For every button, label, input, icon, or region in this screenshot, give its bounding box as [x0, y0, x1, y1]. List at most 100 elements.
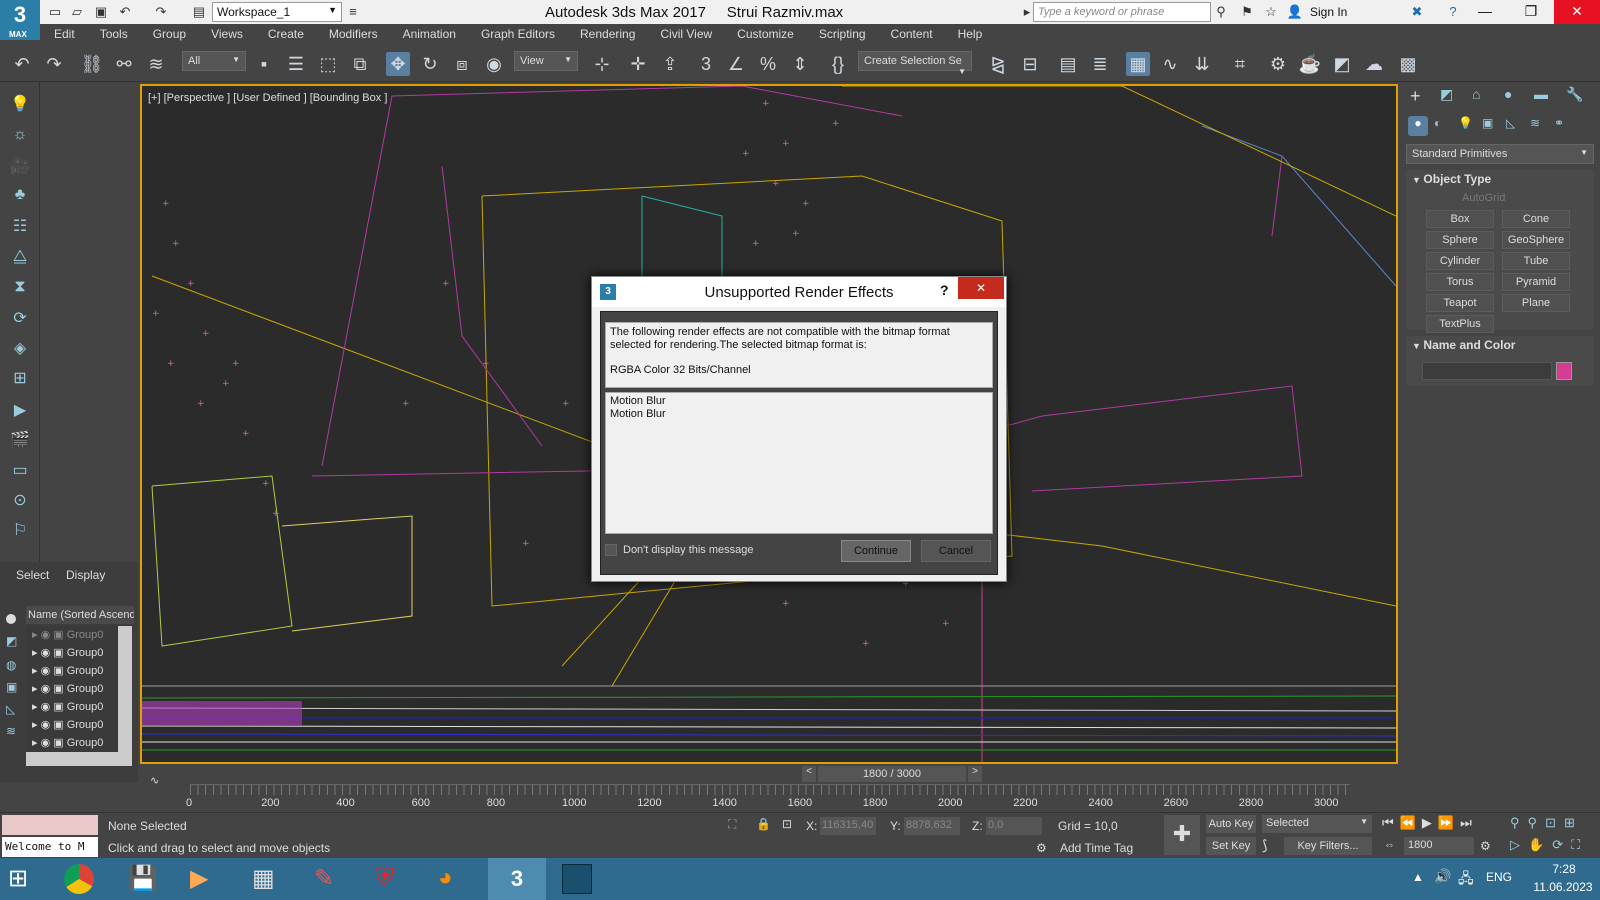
clock-time[interactable]: 7:28 — [1536, 862, 1592, 876]
set-key-button[interactable]: Set Key — [1206, 837, 1256, 855]
select-by-name-icon[interactable]: ☰ — [284, 52, 308, 76]
tray-arrow-icon[interactable]: ▲ — [1412, 870, 1424, 884]
save-icon[interactable]: ▣ — [92, 3, 110, 21]
tab-select[interactable]: Select — [16, 568, 49, 582]
x-coordinate-field[interactable]: 116315,40 — [820, 817, 876, 835]
menu-group[interactable]: Group — [139, 24, 197, 46]
subscription-icon[interactable]: ⚑ — [1238, 3, 1256, 21]
sublime-icon[interactable]: ◕ — [438, 864, 453, 892]
object-name-input[interactable] — [1422, 362, 1552, 380]
hierarchy-tab-icon[interactable]: ⌂ — [1472, 86, 1480, 102]
time-tag-icon[interactable]: ⚙ — [1036, 841, 1047, 855]
maxscript-listener-input[interactable] — [2, 815, 98, 835]
name-and-color-title[interactable]: ▼ Name and Color — [1412, 338, 1515, 352]
plane-button[interactable]: Plane — [1502, 294, 1570, 312]
menu-civil-view[interactable]: Civil View — [646, 24, 723, 46]
viewport-label[interactable]: [+] [Perspective ] [User Defined ] [Boun… — [148, 92, 387, 104]
menu-content[interactable]: Content — [877, 24, 944, 46]
floppy-icon[interactable]: 💾 — [128, 864, 158, 893]
menu-expand-icon[interactable]: ≡ — [344, 3, 362, 21]
shield-icon[interactable]: ⛨ — [376, 864, 394, 892]
hint-icon[interactable]: ⚐ — [8, 520, 32, 544]
isolate-selection-icon[interactable]: ⛶ — [728, 817, 736, 832]
list-item[interactable]: ▸ ◉ ▣ Group0 — [26, 644, 118, 662]
time-slider[interactable]: 1800 / 3000 — [818, 766, 966, 782]
exchange-icon[interactable]: ✖ — [1408, 3, 1426, 21]
hierarchy-icon[interactable]: ⧋ — [8, 248, 32, 272]
sun-icon[interactable]: ☼ — [8, 126, 32, 150]
spacewarps-icon[interactable]: ≋ — [1530, 116, 1540, 130]
menu-graph-editors[interactable]: Graph Editors — [467, 24, 566, 46]
menu-help[interactable]: Help — [944, 24, 994, 46]
menu-views[interactable]: Views — [197, 24, 254, 46]
shapes-icon[interactable]: ◐ — [1434, 116, 1441, 130]
close-button[interactable]: ✕ — [1554, 0, 1600, 24]
curve-editor-toggle-icon[interactable]: ∿ — [150, 774, 159, 787]
effects-list[interactable]: Motion Blur Motion Blur — [605, 392, 993, 534]
pivot-center-icon[interactable]: ⊹ — [590, 52, 614, 76]
torus-button[interactable]: Torus — [1426, 273, 1494, 291]
calculator-icon[interactable]: ▦ — [252, 864, 275, 893]
toggle-ribbon-icon[interactable]: ▦ — [1126, 52, 1150, 76]
bind-space-warp-icon[interactable]: ≋ — [144, 52, 168, 76]
language-indicator[interactable]: ENG — [1486, 870, 1512, 884]
media-player-icon[interactable]: ▶ — [190, 864, 208, 893]
object-type-title[interactable]: ▼ Object Type — [1412, 172, 1491, 186]
teapot-button[interactable]: Teapot — [1426, 294, 1494, 312]
light-bulb-icon[interactable]: 💡 — [8, 94, 32, 118]
name-column-header[interactable]: Name (Sorted Ascend — [26, 606, 134, 624]
sign-in-link[interactable]: Sign In — [1310, 5, 1347, 19]
undo-icon[interactable]: ↶ — [10, 52, 34, 76]
open-file-icon[interactable]: ▱ — [68, 3, 86, 21]
lock-selection-icon[interactable]: 🔒 — [756, 817, 771, 831]
prev-key-icon[interactable]: ⏪ — [1400, 815, 1422, 830]
schematic-view-icon[interactable]: ⌗ — [1228, 52, 1252, 76]
reference-coordinate-dropdown[interactable]: View ▼ — [514, 51, 578, 71]
filter-spacewarp-icon[interactable]: ≋ — [6, 724, 16, 738]
tree-icon[interactable]: ♣ — [8, 186, 32, 210]
render-production-icon[interactable]: ☁ — [1362, 52, 1386, 76]
maximize-button[interactable]: ❐ — [1508, 0, 1554, 24]
filter-helper-icon[interactable]: ◺ — [6, 702, 15, 716]
material-editor-icon[interactable]: ⚙ — [1266, 52, 1290, 76]
material-icon[interactable]: ◈ — [8, 338, 32, 362]
geometry-icon[interactable]: ● — [1408, 116, 1428, 136]
menu-customize[interactable]: Customize — [723, 24, 805, 46]
pyramid-button[interactable]: Pyramid — [1502, 273, 1570, 291]
link-icon[interactable]: ⛓ — [80, 52, 104, 76]
select-and-rotate-icon[interactable]: ↻ — [418, 52, 442, 76]
app-logo[interactable]: 3 MAX — [0, 0, 40, 40]
cylinder-button[interactable]: Cylinder — [1426, 252, 1494, 270]
keyboard-shortcut-override-icon[interactable]: ⇪ — [658, 52, 682, 76]
list-item[interactable]: ▸ ◉ ▣ Group0 — [26, 626, 118, 644]
menu-edit[interactable]: Edit — [40, 24, 86, 46]
box-button[interactable]: Box — [1426, 210, 1494, 228]
render-icon[interactable]: 🎬 — [8, 430, 32, 454]
autogrid-checkbox[interactable]: AutoGrid — [1462, 192, 1505, 204]
auto-key-button[interactable]: Auto Key — [1206, 815, 1256, 833]
clock-date[interactable]: 11.06.2023 — [1530, 880, 1596, 894]
helpers-icon[interactable]: ◺ — [1506, 116, 1515, 130]
curve-editor-icon[interactable]: ∿ — [1158, 52, 1182, 76]
display-toggle-icon[interactable] — [6, 614, 16, 624]
binoculars-icon[interactable]: ⚲ — [1212, 3, 1230, 21]
dope-sheet-icon[interactable]: ⇊ — [1190, 52, 1214, 76]
frame-icon[interactable]: ⊞ — [8, 368, 32, 392]
help-icon[interactable]: ? — [1444, 3, 1462, 21]
filter-camera-icon[interactable]: ▣ — [6, 680, 17, 694]
goto-start-icon[interactable]: ⏮ — [1382, 815, 1400, 830]
unlink-icon[interactable]: ⚯ — [112, 52, 136, 76]
render-cloud-icon[interactable]: ▩ — [1396, 52, 1420, 76]
cancel-button[interactable]: Cancel — [921, 540, 991, 562]
geosphere-button[interactable]: GeoSphere — [1502, 231, 1570, 249]
zoom-all-icon[interactable]: ⚲ — [1528, 815, 1546, 830]
create-tab-icon[interactable]: + — [1410, 86, 1421, 107]
redo-icon[interactable]: ↷ — [152, 3, 170, 21]
pan-icon[interactable]: ✋ — [1528, 837, 1552, 852]
maxscript-output[interactable]: Welcome to M — [2, 837, 98, 857]
display-tab-icon[interactable]: ▬ — [1534, 86, 1548, 102]
select-and-place-icon[interactable]: ◉ — [482, 52, 506, 76]
zoom-extents-icon[interactable]: ⊡ — [1545, 815, 1564, 830]
angle-snap-icon[interactable]: ∠ — [724, 52, 748, 76]
search-input[interactable]: Type a keyword or phrase — [1033, 2, 1211, 22]
